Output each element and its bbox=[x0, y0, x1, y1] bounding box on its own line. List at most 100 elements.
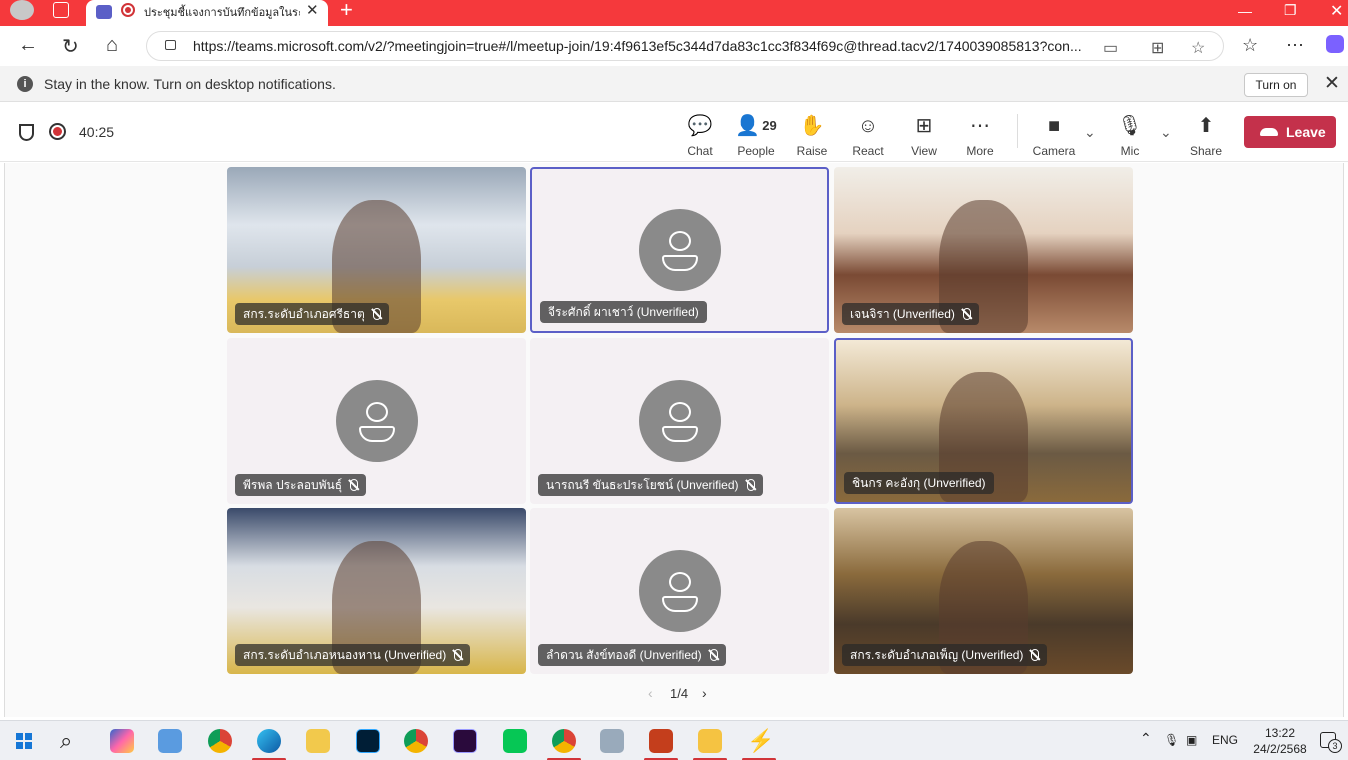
windows-start-icon[interactable] bbox=[16, 733, 32, 749]
smiley-icon: ☺ bbox=[857, 115, 879, 137]
favorite-star-icon[interactable]: ☆ bbox=[1191, 38, 1205, 58]
mic-options-chevron-icon[interactable]: ⌄ bbox=[1160, 124, 1172, 141]
info-icon: i bbox=[17, 76, 33, 92]
microphone-tray-icon[interactable]: 🎙 bbox=[1164, 733, 1179, 747]
react-label: React bbox=[852, 144, 884, 158]
copilot-app-icon[interactable] bbox=[110, 729, 134, 753]
chat-button[interactable]: 💬 Chat bbox=[672, 114, 728, 158]
favorites-icon[interactable]: ☆ bbox=[1242, 35, 1258, 56]
raise-label: Raise bbox=[796, 144, 828, 158]
photoshop-icon[interactable] bbox=[356, 729, 380, 753]
capture-app-icon[interactable]: ⚡ bbox=[747, 729, 774, 753]
settings-menu-icon[interactable]: ⋯ bbox=[1286, 35, 1304, 56]
participant-name: สกร.ระดับอำเภอศรีธาตุ bbox=[243, 307, 365, 321]
participant-tile[interactable]: จีระศักดิ์ ผาเชาว์ (Unverified) bbox=[530, 167, 829, 333]
next-page-icon[interactable]: › bbox=[702, 685, 707, 701]
people-button[interactable]: 👤 29 People bbox=[728, 114, 784, 158]
browser-tab-active[interactable]: ประชุมชี้แจงการบันทึกข้อมูลในระบบ ✕ bbox=[86, 0, 328, 26]
mic-muted-icon bbox=[372, 308, 381, 320]
workspaces-icon[interactable] bbox=[53, 2, 69, 18]
refresh-icon[interactable]: ↻ bbox=[62, 34, 79, 59]
restore-icon[interactable]: ❐ bbox=[1284, 2, 1297, 19]
language-indicator[interactable]: ENG bbox=[1212, 733, 1238, 747]
participant-tile[interactable]: นารถนรี ขันธะประโยชน์ (Unverified) bbox=[530, 338, 829, 504]
edge-icon[interactable] bbox=[257, 729, 281, 753]
mic-button[interactable]: 🎙 Mic bbox=[1102, 114, 1158, 158]
show-hidden-icons-icon[interactable]: ⌃ bbox=[1140, 730, 1152, 747]
notes-app-icon[interactable] bbox=[306, 729, 330, 753]
chrome-profile-icon[interactable] bbox=[404, 729, 428, 753]
tab-close-icon[interactable]: ✕ bbox=[306, 1, 319, 19]
search-icon[interactable]: ⌕ bbox=[60, 729, 84, 753]
copilot-icon[interactable] bbox=[1326, 35, 1344, 53]
display-tray-icon[interactable]: ▣ bbox=[1186, 733, 1197, 747]
people-icon: 👤 bbox=[735, 115, 761, 137]
view-button[interactable]: ⊞ View bbox=[896, 114, 952, 158]
participant-tile[interactable]: ชินกร คะอังกุ (Unverified) bbox=[834, 338, 1133, 504]
clock-date: 24/2/2568 bbox=[1253, 742, 1307, 756]
camera-permission-icon[interactable]: ▭ bbox=[1103, 38, 1118, 58]
participant-name-tag: พีรพล ประลอบพันธุ์ bbox=[235, 474, 367, 496]
app-available-icon[interactable]: ⊞ bbox=[1151, 38, 1164, 58]
participant-tile[interactable]: สกร.ระดับอำเภอหนองหาน (Unverified) bbox=[227, 508, 526, 674]
participant-name-tag: นารถนรี ขันธะประโยชน์ (Unverified) bbox=[538, 474, 763, 496]
prev-page-icon[interactable]: ‹ bbox=[648, 685, 653, 701]
participant-name-tag: ชินกร คะอังกุ (Unverified) bbox=[844, 472, 994, 494]
photos-app-icon[interactable] bbox=[600, 729, 624, 753]
meeting-timer: 40:25 bbox=[79, 124, 115, 140]
premiere-icon[interactable] bbox=[453, 729, 477, 753]
leave-button[interactable]: Leave bbox=[1244, 116, 1336, 148]
camera-icon: ■ bbox=[1047, 115, 1061, 137]
people-label: People bbox=[737, 144, 775, 158]
close-icon[interactable]: ✕ bbox=[1324, 72, 1340, 95]
file-explorer-icon[interactable] bbox=[698, 729, 722, 753]
notification-bar: i Stay in the know. Turn on desktop noti… bbox=[0, 66, 1348, 102]
shield-icon[interactable] bbox=[19, 124, 34, 141]
raise-hand-button[interactable]: ✋ Raise bbox=[784, 114, 840, 158]
minimize-icon[interactable]: — bbox=[1238, 3, 1252, 19]
back-icon[interactable]: ← bbox=[18, 34, 38, 57]
share-button[interactable]: ⬆ Share bbox=[1178, 114, 1234, 158]
more-label: More bbox=[966, 144, 994, 158]
new-tab-button[interactable]: + bbox=[340, 0, 353, 23]
react-button[interactable]: ☺ React bbox=[840, 114, 896, 158]
close-window-icon[interactable]: ✕ bbox=[1330, 1, 1343, 21]
participant-tile[interactable]: ลำดวน สังข์ทองดี (Unverified) bbox=[530, 508, 829, 674]
participant-tile[interactable]: สกร.ระดับอำเภอศรีธาตุ bbox=[227, 167, 526, 333]
participant-name: สกร.ระดับอำเภอเพ็ญ (Unverified) bbox=[850, 648, 1024, 662]
browser-titlebar: ประชุมชี้แจงการบันทึกข้อมูลในระบบ ✕ + — … bbox=[0, 0, 1348, 26]
camera-options-chevron-icon[interactable]: ⌄ bbox=[1084, 124, 1096, 141]
share-icon: ⬆ bbox=[1197, 115, 1215, 137]
participant-tile[interactable]: สกร.ระดับอำเภอเพ็ญ (Unverified) bbox=[834, 508, 1133, 674]
chrome-icon[interactable] bbox=[208, 729, 232, 753]
page-indicator: 1/4 bbox=[670, 686, 689, 701]
mic-muted-icon bbox=[709, 649, 718, 661]
turn-on-button[interactable]: Turn on bbox=[1244, 73, 1308, 97]
powerpoint-icon[interactable] bbox=[649, 729, 673, 753]
mic-muted-icon bbox=[962, 308, 971, 320]
participant-name: เจนจิรา (Unverified) bbox=[850, 307, 955, 321]
notification-text: Stay in the know. Turn on desktop notifi… bbox=[44, 76, 336, 92]
more-button[interactable]: ⋯ More bbox=[952, 114, 1008, 158]
notification-count-badge: 3 bbox=[1328, 739, 1342, 753]
mic-muted-icon bbox=[746, 479, 755, 491]
camera-label: Camera bbox=[1032, 144, 1076, 158]
line-app-icon[interactable] bbox=[503, 729, 527, 753]
participant-tile[interactable]: เจนจิรา (Unverified) bbox=[834, 167, 1133, 333]
chrome-user-icon[interactable] bbox=[552, 729, 576, 753]
address-bar-row: ← ↻ ⌂ https://teams.microsoft.com/v2/?me… bbox=[0, 26, 1348, 66]
clock-time: 13:22 bbox=[1264, 726, 1296, 740]
participant-tile[interactable]: พีรพล ประลอบพันธุ์ bbox=[227, 338, 526, 504]
profile-avatar[interactable] bbox=[10, 0, 34, 20]
media-player-icon[interactable] bbox=[158, 729, 182, 753]
more-icon: ⋯ bbox=[970, 115, 990, 137]
mic-muted-icon: 🎙 bbox=[1117, 115, 1143, 137]
chat-icon: 💬 bbox=[687, 115, 713, 137]
url-field[interactable]: https://teams.microsoft.com/v2/?meetingj… bbox=[146, 31, 1224, 61]
recording-icon[interactable] bbox=[49, 123, 66, 140]
camera-button[interactable]: ■ Camera bbox=[1026, 114, 1082, 158]
home-icon[interactable]: ⌂ bbox=[106, 34, 118, 57]
taskbar-clock[interactable]: 13:22 24/2/2568 bbox=[1248, 725, 1312, 757]
participant-name-tag: สกร.ระดับอำเภอเพ็ญ (Unverified) bbox=[842, 644, 1048, 666]
avatar-icon bbox=[638, 550, 721, 632]
